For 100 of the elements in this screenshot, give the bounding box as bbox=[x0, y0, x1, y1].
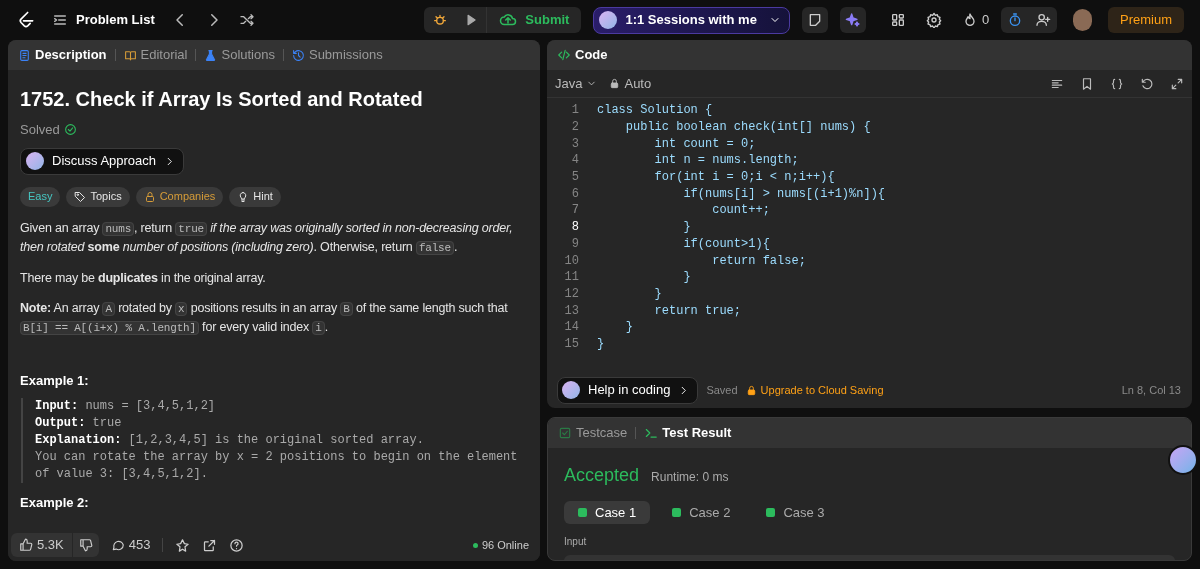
flask-icon bbox=[204, 48, 218, 62]
auto-mode-label: Auto bbox=[624, 74, 652, 93]
language-dropdown[interactable]: Java bbox=[555, 73, 598, 94]
logo-icon[interactable] bbox=[16, 10, 36, 30]
check-circle-icon bbox=[63, 123, 77, 137]
sessions-button[interactable]: 1:1 Sessions with me bbox=[593, 6, 790, 34]
companies-tag[interactable]: Companies bbox=[135, 186, 224, 207]
panel-tab[interactable]: Editorial bbox=[123, 45, 188, 65]
example-line: You can rotate the array by x = 2 positions to begin on the element bbox=[35, 449, 519, 466]
bookmark-icon[interactable] bbox=[1080, 76, 1094, 91]
code-line: } bbox=[596, 335, 605, 353]
line-number: 15 bbox=[563, 335, 580, 353]
runtime-text: Runtime: 0 ms bbox=[651, 469, 729, 486]
description-paragraph: Given an array nums , return true if the array was originally sorted in non-decreasing order, then rotated some number of positions (including zero). Otherwise, return false . bbox=[20, 219, 514, 257]
tag-icon bbox=[74, 190, 87, 203]
line-number: 7 bbox=[570, 202, 580, 220]
share-icon[interactable] bbox=[202, 537, 218, 553]
example-heading: Example 1: bbox=[20, 371, 90, 390]
panel-title: Code bbox=[575, 46, 608, 65]
line-number: 4 bbox=[570, 152, 580, 170]
debug-locked-icon[interactable] bbox=[432, 12, 449, 28]
thumbs-up-icon bbox=[19, 538, 33, 552]
streak-count: 0 bbox=[981, 11, 990, 30]
line-number: 5 bbox=[570, 169, 580, 187]
code-line: if(count>1){ bbox=[682, 235, 770, 253]
online-count: 96 Online bbox=[481, 537, 529, 553]
like-button[interactable]: 5.3K bbox=[11, 533, 73, 557]
difficulty-tag[interactable]: Easy bbox=[20, 186, 61, 207]
code-line: } bbox=[682, 269, 691, 287]
line-number: 2 bbox=[570, 119, 580, 137]
panel-tab[interactable]: Solutions bbox=[204, 45, 275, 65]
solved-status: Solved bbox=[20, 121, 60, 139]
input-label: Input bbox=[564, 535, 588, 549]
code-icon bbox=[557, 48, 571, 62]
layout-icon[interactable] bbox=[889, 12, 906, 28]
star-icon[interactable] bbox=[175, 537, 191, 553]
lock-icon bbox=[609, 78, 621, 89]
upgrade-link[interactable]: Upgrade to Cloud Saving bbox=[745, 381, 884, 399]
braces-icon[interactable] bbox=[1110, 76, 1124, 91]
note-icon[interactable] bbox=[801, 7, 828, 33]
example-heading: Example 2: bbox=[20, 494, 90, 512]
problem-title: 1752. Check if Array Is Sorted and Rotated bbox=[20, 87, 424, 112]
line-number: 10 bbox=[563, 252, 580, 270]
verdict-text: Accepted bbox=[564, 464, 640, 487]
example-line: Explanation: [1,2,3,4,5] is the original sorted array. bbox=[35, 432, 425, 449]
panel-tab[interactable]: Submissions bbox=[291, 45, 383, 65]
line-number: 3 bbox=[570, 135, 580, 153]
settings-icon[interactable] bbox=[925, 12, 942, 28]
shuffle-icon[interactable] bbox=[238, 12, 255, 28]
topics-tag[interactable]: Topics bbox=[66, 186, 130, 207]
list-icon bbox=[52, 12, 68, 28]
problem-list-button[interactable]: Problem List bbox=[52, 10, 155, 30]
premium-button[interactable]: Premium bbox=[1108, 7, 1184, 33]
lock-icon bbox=[143, 190, 156, 203]
reset-icon[interactable] bbox=[1140, 76, 1154, 91]
discuss-approach-button[interactable]: Discuss Approach bbox=[20, 147, 185, 175]
help-icon[interactable] bbox=[229, 537, 245, 553]
hint-tag[interactable]: Hint bbox=[229, 186, 281, 207]
panel-tab[interactable]: Test Result bbox=[644, 423, 732, 443]
help-in-coding-button[interactable]: Help in coding bbox=[557, 376, 699, 404]
code-line: if(nums[i] > nums[(i+1)%n]){ bbox=[682, 185, 886, 203]
code-line: } bbox=[653, 285, 662, 303]
add-user-icon[interactable] bbox=[1035, 12, 1052, 28]
comments-button[interactable]: 453 bbox=[110, 535, 151, 555]
case-tab[interactable]: Case 1 bbox=[564, 501, 651, 524]
description-paragraph: Note: An array A rotated by x positions results in an array B of the same length such that B[i] == A[(i+x) % A.length] for every valid index i . bbox=[20, 299, 509, 337]
line-number: 11 bbox=[563, 269, 580, 287]
line-number: 14 bbox=[563, 319, 580, 337]
submit-button[interactable]: Submit bbox=[486, 7, 582, 33]
code-line: count++; bbox=[711, 202, 770, 220]
code-line: return true; bbox=[653, 302, 742, 320]
example-line: Input: nums = [3,4,5,1,2] bbox=[35, 398, 217, 415]
checkbox-icon bbox=[558, 426, 572, 440]
code-line: int n = nums.length; bbox=[653, 152, 799, 170]
code-line: for(int i = 0;i < n;i++){ bbox=[653, 169, 835, 187]
user-avatar[interactable] bbox=[1073, 9, 1092, 31]
case-tab[interactable]: Case 3 bbox=[752, 501, 839, 524]
avatar-icon bbox=[599, 11, 618, 29]
expand-icon[interactable] bbox=[1170, 76, 1184, 91]
saved-status: Saved bbox=[706, 382, 738, 398]
line-number: 9 bbox=[570, 235, 580, 253]
line-number: 1 bbox=[570, 102, 580, 120]
example-line: Output: true bbox=[35, 415, 123, 432]
avatar-icon bbox=[562, 381, 580, 399]
code-line: } bbox=[624, 319, 633, 337]
code-line: return false; bbox=[711, 252, 806, 270]
line-number: 12 bbox=[563, 285, 580, 303]
description-paragraph: There may be duplicates in the original array. bbox=[20, 269, 267, 287]
avatar-icon bbox=[26, 152, 44, 170]
panel-tab[interactable]: Testcase bbox=[558, 423, 628, 443]
comment-icon bbox=[110, 538, 125, 552]
code-line: } bbox=[682, 219, 691, 237]
panel-tab[interactable]: Description bbox=[18, 45, 107, 65]
code-line: class Solution { bbox=[596, 102, 713, 120]
book-icon bbox=[123, 48, 137, 62]
assistant-avatar[interactable] bbox=[1168, 445, 1198, 475]
case-tab[interactable]: Case 2 bbox=[658, 501, 745, 524]
code-line: public boolean check(int[] nums) { bbox=[624, 119, 871, 137]
sparkle-icon[interactable] bbox=[839, 7, 866, 33]
example-line: of value 3: [3,4,5,1,2]. bbox=[35, 466, 209, 483]
